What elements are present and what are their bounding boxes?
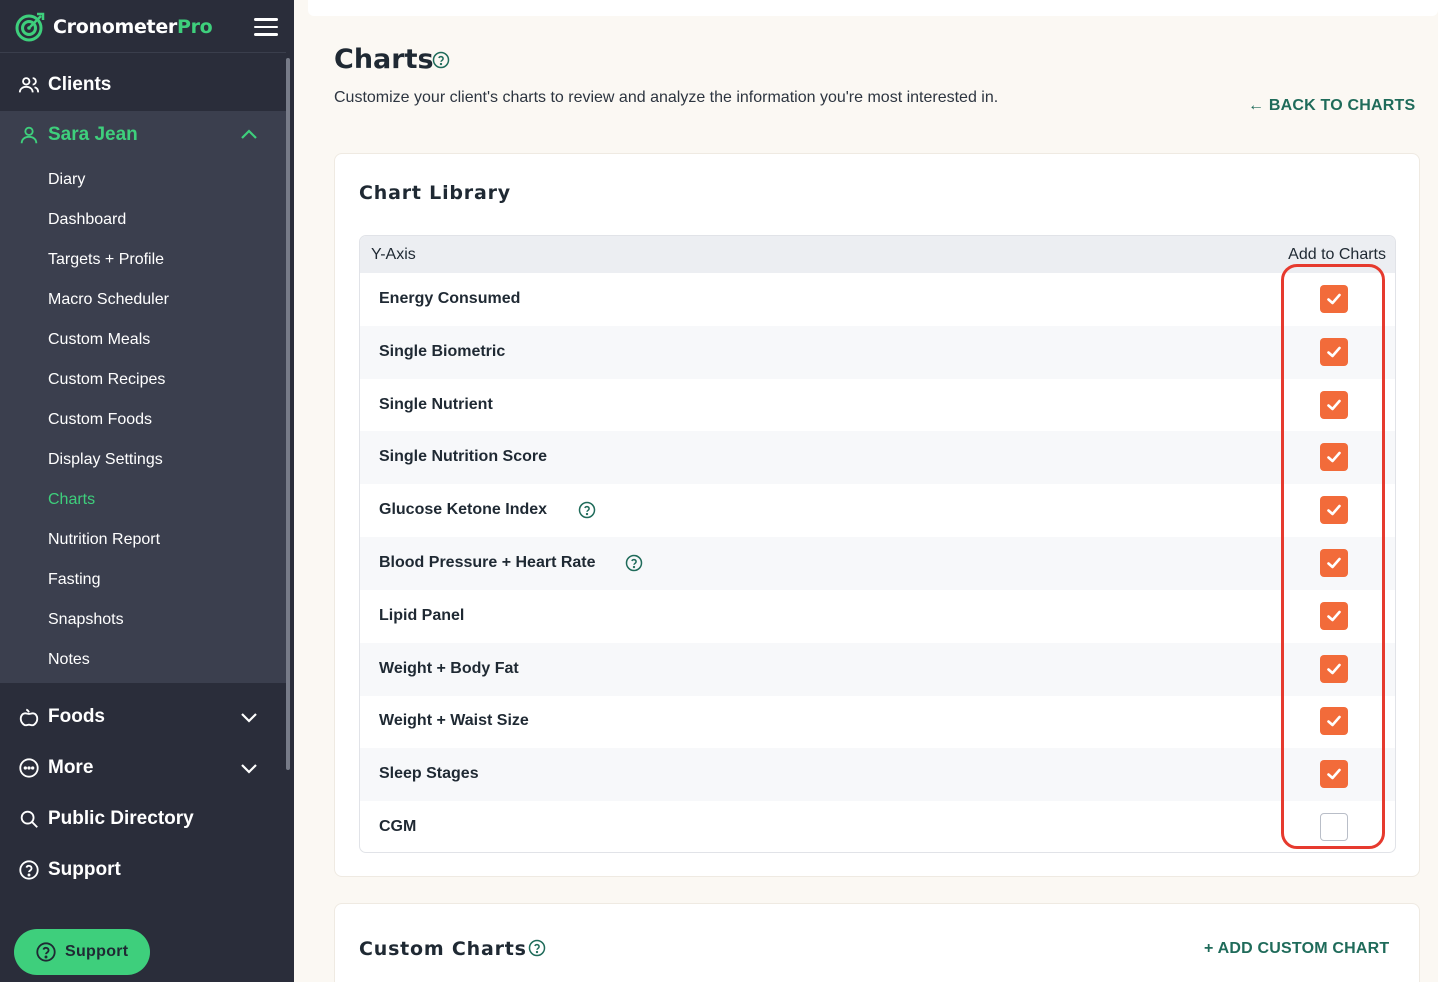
row-label: Weight + Waist Size	[379, 712, 529, 730]
row-label: Glucose Ketone Index	[379, 501, 548, 519]
highlight-annotation	[1281, 264, 1385, 849]
chart-library-card: Chart Library Y-Axis Add to Charts Energ…	[334, 153, 1420, 877]
top-card	[308, 0, 1438, 16]
table-row: Single Nutrient	[360, 379, 1395, 432]
cronometer-logo-icon	[15, 12, 45, 42]
nav-label: More	[48, 757, 94, 778]
table-row: Blood Pressure + Heart Rate	[360, 537, 1395, 590]
help-circle-icon	[19, 860, 39, 880]
help-icon[interactable]	[625, 554, 643, 572]
brand[interactable]: CronometerPro	[14, 10, 213, 44]
sidebar: CronometerPro Clients Sara Jean Diary Das…	[0, 0, 294, 982]
sidebar-item-custom-foods[interactable]: Custom Foods	[48, 411, 152, 429]
help-circle-icon	[36, 942, 56, 962]
client-section: Sara Jean Diary Dashboard Targets + Profil…	[0, 111, 286, 683]
page-title: Charts	[334, 44, 434, 75]
back-to-charts-link[interactable]: ← BACK TO CHARTS	[1248, 97, 1415, 115]
table-row: Weight + Waist Size	[360, 695, 1395, 748]
help-icon[interactable]	[432, 51, 450, 69]
divider	[0, 52, 286, 53]
help-icon[interactable]	[578, 501, 596, 519]
table-row: Energy Consumed	[360, 273, 1395, 326]
sidebar-item-dashboard[interactable]: Dashboard	[48, 211, 126, 229]
row-label: CGM	[379, 818, 417, 835]
users-icon	[18, 77, 40, 93]
sidebar-item-macro-scheduler[interactable]: Macro Scheduler	[48, 291, 169, 309]
row-label: Single Biometric	[379, 342, 506, 360]
user-icon	[20, 126, 38, 144]
table-row: Single Nutrition Score	[360, 431, 1395, 485]
sidebar-item-diary[interactable]: Diary	[48, 171, 85, 189]
table-row: CGM	[360, 801, 1395, 852]
sidebar-item-notes[interactable]: Notes	[48, 651, 90, 669]
sidebar-item-targets-profile[interactable]: Targets + Profile	[48, 251, 164, 269]
table-row: Sleep Stages	[360, 748, 1395, 802]
sidebar-scrollbar[interactable]	[286, 58, 290, 770]
nav-label: Public Directory	[48, 808, 194, 829]
help-icon[interactable]	[528, 939, 546, 957]
row-label: Single Nutrient	[379, 395, 493, 413]
nav-label: Support	[48, 859, 121, 880]
chevron-down-icon[interactable]	[240, 761, 258, 775]
col-add-to-charts: Add to Charts	[1288, 246, 1386, 263]
custom-charts-card: Custom Charts + ADD CUSTOM CHART	[334, 903, 1420, 982]
table-row: Single Biometric	[360, 325, 1395, 379]
sidebar-item-nutrition-report[interactable]: Nutrition Report	[48, 531, 160, 549]
nav-support[interactable]: Support	[0, 847, 286, 893]
brand-name: CronometerPro	[53, 16, 213, 38]
sidebar-item-fasting[interactable]: Fasting	[48, 571, 100, 589]
nav-public-directory[interactable]: Public Directory	[0, 796, 286, 842]
row-label: Sleep Stages	[379, 765, 479, 783]
add-custom-chart-link[interactable]: + ADD CUSTOM CHART	[1204, 940, 1389, 958]
row-label: Weight + Body Fat	[379, 659, 519, 677]
chart-library-table: Y-Axis Add to Charts Energy Consumed Sing…	[359, 235, 1396, 853]
sidebar-item-custom-meals[interactable]: Custom Meals	[48, 331, 150, 349]
sidebar-item-snapshots[interactable]: Snapshots	[48, 611, 124, 629]
search-icon	[20, 810, 38, 828]
chart-library-title: Chart Library	[359, 182, 511, 204]
row-label: Blood Pressure + Heart Rate	[379, 554, 596, 571]
sidebar-item-custom-recipes[interactable]: Custom Recipes	[48, 371, 165, 389]
support-button-label: Support	[65, 943, 129, 960]
row-label: Lipid Panel	[379, 606, 465, 624]
table-row: Glucose Ketone Index	[360, 484, 1395, 537]
apple-icon	[19, 708, 39, 727]
nav-clients-label: Clients	[48, 74, 112, 95]
support-button[interactable]: Support	[14, 929, 150, 975]
more-dots-icon	[19, 758, 39, 778]
chevron-down-icon[interactable]	[240, 710, 258, 724]
menu-icon[interactable]	[254, 18, 278, 38]
table-header: Y-Axis Add to Charts	[360, 236, 1395, 273]
client-header[interactable]: Sara Jean	[0, 111, 286, 159]
sidebar-item-charts[interactable]: Charts	[48, 491, 95, 509]
nav-clients[interactable]: Clients	[0, 60, 286, 110]
sidebar-item-display-settings[interactable]: Display Settings	[48, 451, 163, 469]
row-label: Single Nutrition Score	[379, 448, 548, 466]
table-row: Weight + Body Fat	[360, 642, 1395, 696]
nav-label: Foods	[48, 706, 105, 727]
custom-charts-title: Custom Charts	[359, 938, 527, 960]
col-yaxis: Y-Axis	[371, 246, 416, 263]
table-row: Lipid Panel	[360, 590, 1395, 643]
client-name: Sara Jean	[48, 124, 138, 145]
page-description: Customize your client's charts to review…	[334, 89, 999, 106]
chevron-up-icon[interactable]	[240, 127, 258, 141]
row-label: Energy Consumed	[379, 290, 521, 307]
nav-foods[interactable]: Foods	[0, 694, 286, 740]
nav-more[interactable]: More	[0, 745, 286, 791]
